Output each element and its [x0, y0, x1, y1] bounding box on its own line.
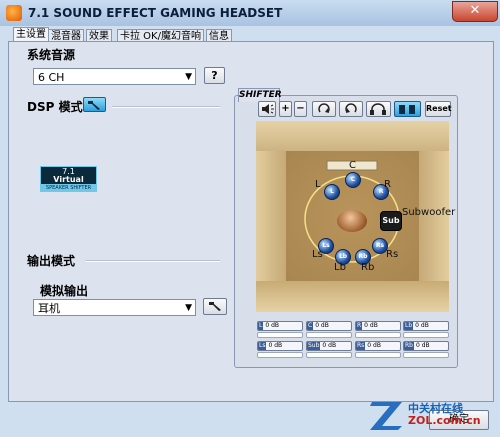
- output-heading: 输出模式: [27, 254, 76, 268]
- level-slider-right-surround[interactable]: [355, 352, 401, 358]
- rotate-clockwise-icon: [318, 103, 330, 113]
- dsp-toggle-button[interactable]: [83, 97, 106, 112]
- level-slider-left[interactable]: [257, 332, 303, 338]
- rotate-counterclockwise-button[interactable]: [339, 101, 363, 117]
- watermark-url: ZOL.com.cn: [408, 414, 481, 427]
- analog-output-heading: 模拟输出: [40, 284, 89, 298]
- listener-head[interactable]: [337, 210, 367, 232]
- level-slider-right-back[interactable]: [403, 352, 449, 358]
- speakers-icon: [399, 105, 415, 114]
- speaker-label-right: R: [384, 179, 391, 190]
- minus-icon: −: [296, 103, 305, 114]
- level-value: 0 dB: [265, 322, 279, 329]
- level-tag: C: [307, 322, 314, 330]
- level-value: 0 dB: [415, 322, 429, 329]
- level-meter-right-surround: Rs 0 dB: [355, 341, 401, 351]
- source-heading: 系统音源: [27, 48, 76, 62]
- output-settings-button[interactable]: [203, 298, 227, 315]
- help-button[interactable]: ?: [204, 67, 225, 84]
- app-icon: [6, 5, 22, 21]
- level-meter-right-back: Rb 0 dB: [403, 341, 449, 351]
- level-value: 0 dB: [415, 342, 430, 349]
- level-slider-right[interactable]: [355, 332, 401, 338]
- speaker-label-left-surround: Ls: [312, 249, 323, 260]
- speaker-label-right-back: Rb: [361, 262, 375, 273]
- speaker-left[interactable]: L: [324, 184, 340, 200]
- level-slider-left-back[interactable]: [403, 332, 449, 338]
- level-slider-center[interactable]: [306, 332, 352, 338]
- speaker-label-left-back: Lb: [334, 262, 346, 273]
- level-meter-left: L0 dB: [257, 321, 303, 331]
- level-value: 0 dB: [322, 342, 337, 349]
- level-tag: R: [356, 322, 363, 330]
- shifter-tab: SHIFTER: [238, 88, 282, 102]
- speaker-subwoofer[interactable]: Sub: [380, 211, 402, 231]
- dsp-heading: DSP 模式: [27, 100, 83, 114]
- window-title: 7.1 SOUND EFFECT GAMING HEADSET: [28, 6, 283, 20]
- level-meter-left-surround: Ls 0 dB: [257, 341, 303, 351]
- badge-line-3: SPEAKER SHIFTER: [41, 184, 96, 192]
- level-meter-right: R0 dB: [355, 321, 401, 331]
- zoom-out-button[interactable]: −: [294, 101, 307, 117]
- level-slider-subwoofer[interactable]: [306, 352, 352, 358]
- level-meter-left-back: Lb 0 dB: [403, 321, 449, 331]
- level-tag: L: [258, 322, 264, 330]
- chevron-down-icon: ▼: [185, 72, 192, 82]
- level-tag: Rs: [356, 342, 366, 350]
- output-select[interactable]: 耳机 ▼: [33, 299, 196, 316]
- level-value: 0 dB: [315, 322, 329, 329]
- divider: [112, 106, 220, 108]
- speaker-label-left: L: [315, 179, 321, 190]
- source-select[interactable]: 6 CH ▼: [33, 68, 196, 85]
- level-value: 0 dB: [364, 322, 378, 329]
- speaker-label-subwoofer: Subwoofer: [402, 207, 456, 218]
- zoom-in-button[interactable]: +: [279, 101, 292, 117]
- speaker-label-right-surround: Rs: [386, 249, 399, 260]
- virtual-speaker-badge: 7.1 Virtual SPEAKER SHIFTER: [40, 166, 97, 192]
- zol-logo-icon: [370, 402, 402, 430]
- output-select-value: 耳机: [38, 302, 60, 315]
- level-slider-left-surround[interactable]: [257, 352, 303, 358]
- level-tag: Sub: [307, 342, 321, 350]
- headphone-mode-button[interactable]: [366, 101, 391, 117]
- chevron-down-icon: ▼: [185, 303, 192, 313]
- rotate-clockwise-button[interactable]: [312, 101, 336, 117]
- speaker-icon[interactable]: [258, 101, 276, 117]
- hammer-icon: [209, 302, 221, 311]
- reset-button[interactable]: Reset: [425, 101, 452, 117]
- level-value: 0 dB: [367, 342, 381, 349]
- close-button[interactable]: ✕: [452, 1, 498, 22]
- speaker-label-center: C: [349, 160, 356, 171]
- level-tag: Ls: [258, 342, 267, 350]
- speaker-center[interactable]: C: [345, 172, 361, 188]
- plus-icon: +: [281, 103, 290, 114]
- level-tag: Rb: [404, 342, 414, 350]
- source-select-value: 6 CH: [38, 71, 65, 84]
- divider: [86, 260, 220, 262]
- badge-line-2: Virtual: [53, 175, 84, 184]
- rotate-counterclockwise-icon: [345, 103, 357, 113]
- level-value: 0 dB: [268, 342, 283, 349]
- headphone-icon: [370, 103, 386, 115]
- level-meter-center: C0 dB: [306, 321, 352, 331]
- level-meter-subwoofer: Sub 0 dB: [306, 341, 352, 351]
- level-tag: Lb: [404, 322, 414, 330]
- hammer-icon: [88, 101, 100, 110]
- speaker-mode-button[interactable]: [394, 101, 421, 117]
